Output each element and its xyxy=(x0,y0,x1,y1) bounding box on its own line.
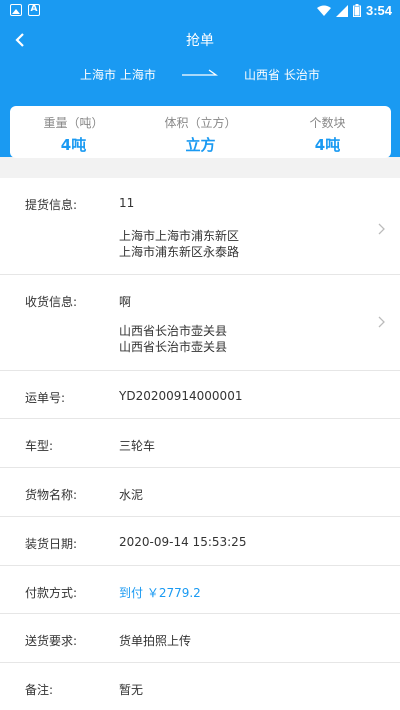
summary-value: 4吨 xyxy=(60,136,87,154)
load-date-label: 装货日期: xyxy=(25,537,78,551)
summary-volume: 体积（立方） 立方 xyxy=(137,114,264,155)
delivery-address-line: 山西省长治市壶关县 xyxy=(119,324,228,338)
summary-value: 4吨 xyxy=(314,136,341,154)
remark-value: 暂无 xyxy=(119,683,144,697)
gallery-notification-icon xyxy=(10,4,22,16)
delivery-address: 山西省长治市壶关县 山西省长治市壶关县 xyxy=(119,323,227,355)
status-bar: A 3:54 xyxy=(0,0,400,22)
pickup-address-line: 上海市浦东新区永泰路 xyxy=(119,245,240,259)
chevron-right-icon xyxy=(378,316,385,328)
summary-count: 个数块 4吨 xyxy=(264,114,391,155)
vehicle-type-label: 车型: xyxy=(25,439,54,453)
delivery-requirement-value: 货单拍照上传 xyxy=(119,634,192,648)
pickup-info-row[interactable]: 提货信息: 11 上海市上海市浦东新区 上海市浦东新区永泰路 xyxy=(0,178,400,275)
route-origin: 上海市 上海市 xyxy=(80,68,156,82)
cargo-name-row: 货物名称: 水泥 xyxy=(0,468,400,517)
pickup-info-label: 提货信息: xyxy=(25,198,78,212)
pickup-contact-name: 11 xyxy=(119,196,135,210)
delivery-info-label: 收货信息: xyxy=(25,295,78,309)
battery-icon xyxy=(352,4,361,17)
status-time: 3:54 xyxy=(365,3,392,18)
route: 上海市 上海市 山西省 长治市 xyxy=(0,66,400,82)
page-title: 抢单 xyxy=(186,33,214,49)
summary-label: 体积（立方） xyxy=(164,116,237,130)
remark-label: 备注: xyxy=(25,683,54,697)
delivery-requirement-row: 送货要求: 货单拍照上传 xyxy=(0,614,400,663)
cargo-name-label: 货物名称: xyxy=(25,488,78,502)
a-notification-icon: A xyxy=(28,4,40,16)
remark-row: 备注: 暂无 xyxy=(0,663,400,710)
delivery-contact-name: 啊 xyxy=(119,295,132,309)
summary-value: 立方 xyxy=(185,136,216,154)
payment-amount: 到付 ￥2779.2 xyxy=(119,586,201,600)
payment-method-row: 付款方式: 到付 ￥2779.2 xyxy=(0,566,400,614)
summary-card: 重量（吨） 4吨 体积（立方） 立方 个数块 4吨 xyxy=(10,106,391,158)
payment-method-label: 付款方式: xyxy=(25,586,78,600)
load-date-row: 装货日期: 2020-09-14 15:53:25 xyxy=(0,517,400,566)
pickup-address-line: 上海市上海市浦东新区 xyxy=(119,229,240,243)
delivery-info-row[interactable]: 收货信息: 啊 山西省长治市壶关县 山西省长治市壶关县 xyxy=(0,275,400,371)
waybill-number: YD20200914000001 xyxy=(119,389,243,403)
delivery-address-line: 山西省长治市壶关县 xyxy=(119,340,228,354)
route-arrow-icon xyxy=(182,69,218,76)
pickup-address: 上海市上海市浦东新区 上海市浦东新区永泰路 xyxy=(119,228,239,260)
summary-label: 个数块 xyxy=(309,116,346,130)
order-details: 提货信息: 11 上海市上海市浦东新区 上海市浦东新区永泰路 收货信息: 啊 山… xyxy=(0,178,400,710)
cargo-name-value: 水泥 xyxy=(119,488,144,502)
route-destination: 山西省 长治市 xyxy=(244,68,320,82)
signal-icon xyxy=(335,4,348,17)
waybill-row: 运单号: YD20200914000001 xyxy=(0,371,400,419)
vehicle-type-row: 车型: 三轮车 xyxy=(0,419,400,468)
summary-weight: 重量（吨） 4吨 xyxy=(10,114,137,155)
payment-method-value: 到付 ￥2779.2 xyxy=(119,584,201,601)
wifi-icon xyxy=(316,5,331,16)
waybill-label: 运单号: xyxy=(25,391,66,405)
load-date-value: 2020-09-14 15:53:25 xyxy=(119,535,247,549)
summary-label: 重量（吨） xyxy=(43,116,104,130)
chevron-right-icon xyxy=(378,223,385,235)
vehicle-type-value: 三轮车 xyxy=(119,439,156,453)
delivery-requirement-label: 送货要求: xyxy=(25,634,78,648)
